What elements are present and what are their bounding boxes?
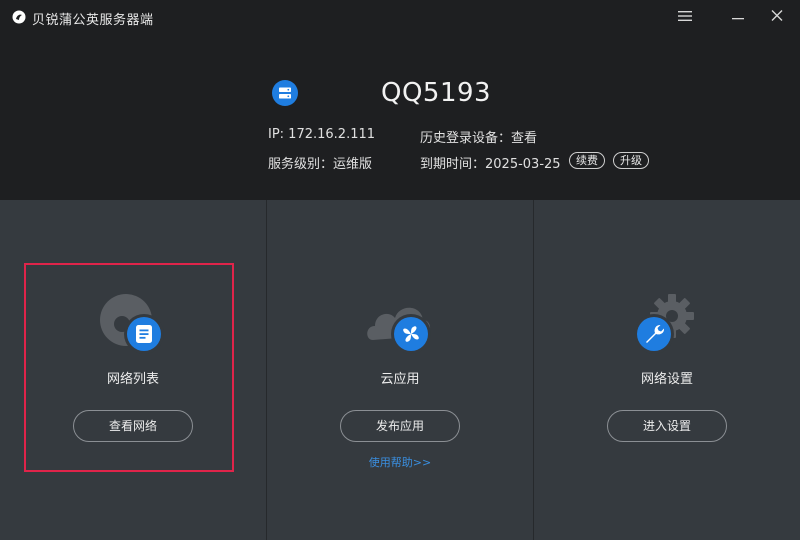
minimize-icon — [732, 18, 744, 20]
account-name: QQ5193 — [381, 78, 492, 108]
menu-button[interactable] — [670, 4, 700, 30]
panel-title-network-list: 网络列表 — [106, 372, 159, 387]
close-button[interactable] — [762, 4, 792, 30]
usage-help-link[interactable]: 使用帮助>> — [267, 454, 533, 470]
publish-app-button[interactable]: 发布应用 — [340, 410, 460, 442]
cloud-app-panel: 云应用 发布应用 使用帮助>> — [267, 200, 533, 540]
view-network-button[interactable]: 查看网络 — [73, 410, 193, 442]
server-icon — [272, 80, 298, 106]
panel-title-network-settings: 网络设置 — [640, 372, 693, 387]
minimize-button[interactable] — [723, 4, 753, 30]
close-icon — [771, 10, 783, 21]
window-title: 贝锐蒲公英服务器端 — [32, 13, 154, 28]
enter-settings-button[interactable]: 进入设置 — [607, 410, 727, 442]
account-header: 贝锐蒲公英服务器端 QQ5193 IP: 172.16.2.111 服务级别：运 — [0, 0, 800, 200]
panel-title-cloud-app: 云应用 — [380, 372, 420, 387]
upgrade-button[interactable]: 升级 — [613, 152, 649, 169]
network-list-panel: 网络列表 查看网络 — [0, 200, 266, 540]
network-settings-panel: 网络设置 进入设置 — [534, 200, 800, 540]
hamburger-menu-icon — [678, 11, 692, 21]
network-settings-icon — [634, 294, 694, 354]
renew-button[interactable]: 续费 — [569, 152, 605, 169]
network-list-icon — [100, 294, 164, 354]
service-level: 服务级别：运维版 — [268, 157, 373, 172]
app-logo-icon — [12, 10, 26, 24]
expiry-date: 到期时间：2025-03-25 — [420, 157, 561, 172]
login-history[interactable]: 历史登录设备：查看 — [420, 127, 537, 146]
cloud-app-icon — [367, 307, 431, 354]
title-bar[interactable]: 贝锐蒲公英服务器端 — [0, 0, 800, 34]
ip-address: IP: 172.16.2.111 — [268, 127, 376, 142]
